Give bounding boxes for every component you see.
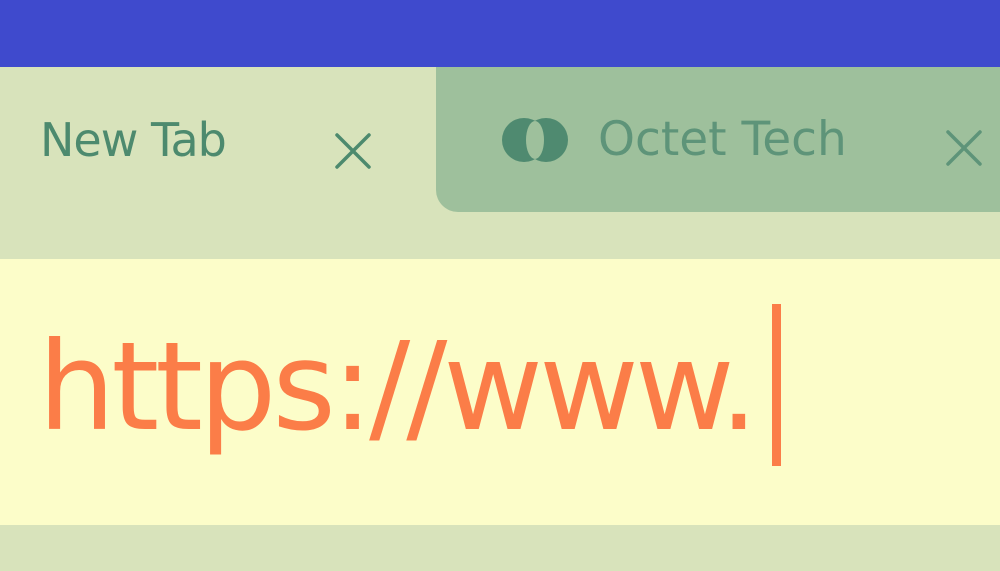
tab-title: New Tab (40, 112, 227, 167)
url-input[interactable]: https://www. (38, 304, 782, 466)
text-cursor (772, 304, 782, 466)
toolbar-strip (0, 525, 1000, 571)
address-bar[interactable]: https://www. (0, 259, 1000, 525)
close-icon (946, 130, 982, 166)
tab-title: Octet Tech (598, 112, 847, 167)
close-icon (335, 133, 371, 169)
url-text: https://www. (38, 316, 758, 458)
tab-close-button[interactable] (333, 131, 373, 171)
title-bar[interactable] (0, 0, 1000, 67)
tab-close-button[interactable] (944, 128, 984, 168)
octet-logo-icon (502, 117, 568, 162)
tab-strip: Octet Tech New Tab (0, 67, 1000, 259)
tab-octet-tech[interactable]: Octet Tech (436, 67, 1000, 212)
browser-window: Octet Tech New Tab https://www. (0, 0, 1000, 571)
tab-new-tab[interactable]: New Tab (0, 67, 436, 259)
